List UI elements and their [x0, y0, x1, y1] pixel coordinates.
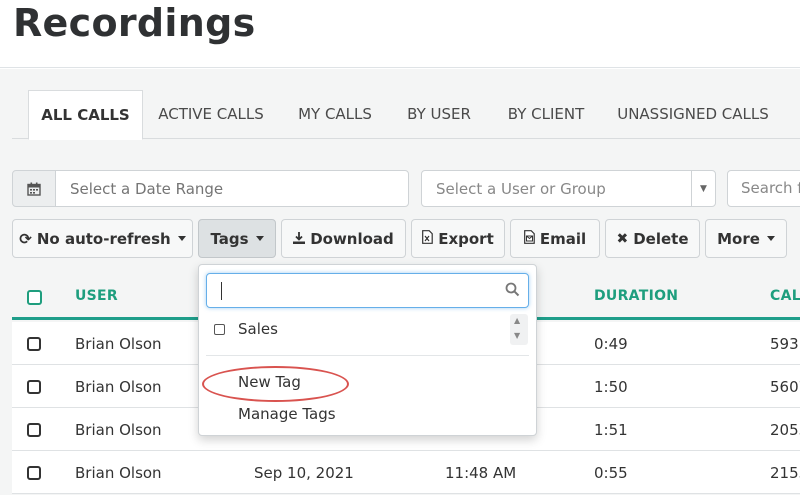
user-group-select[interactable]: Select a User or Group ▼	[421, 170, 716, 207]
user-cell: Brian Olson	[75, 421, 162, 439]
chevron-down-icon[interactable]: ▼	[691, 171, 715, 206]
more-label: More	[717, 229, 760, 248]
chevron-up-icon[interactable]: ▲	[514, 316, 520, 325]
refresh-icon: ⟳	[19, 229, 32, 248]
caller-cell: 2055	[770, 421, 800, 439]
download-label: Download	[310, 229, 394, 248]
select-all-checkbox[interactable]	[27, 290, 42, 305]
tag-search-input[interactable]	[206, 273, 529, 308]
caller-cell: 5607	[770, 378, 800, 396]
caller-cell: 5931	[770, 335, 800, 353]
tab-my-calls[interactable]: MY CALLS	[288, 90, 382, 139]
duration-cell: 0:55	[594, 464, 628, 482]
tag-option-sales[interactable]: Sales	[214, 320, 494, 342]
row-checkbox[interactable]	[27, 423, 41, 437]
caret-down-icon	[177, 236, 186, 241]
tab-all-calls[interactable]: ALL CALLS	[28, 90, 143, 140]
auto-refresh-button[interactable]: ⟳ No auto-refresh	[12, 219, 193, 258]
auto-refresh-label: No auto-refresh	[36, 229, 171, 248]
user-cell: Brian Olson	[75, 378, 162, 396]
user-cell: Brian Olson	[75, 464, 162, 482]
calls-tabs: ALL CALLS ACTIVE CALLS MY CALLS BY USER …	[12, 90, 800, 140]
tab-by-client[interactable]: BY CLIENT	[497, 90, 595, 139]
menu-divider	[206, 355, 529, 356]
date-cell: Sep 10, 2021	[254, 464, 354, 482]
row-checkbox[interactable]	[27, 337, 41, 351]
tags-dropdown-menu: Sales ▲ ▼ New Tag Manage Tags	[198, 264, 537, 436]
email-file-icon	[523, 229, 535, 248]
new-tag-option[interactable]: New Tag	[238, 373, 301, 391]
tags-button[interactable]: Tags	[198, 219, 276, 258]
page-header: Recordings	[0, 0, 800, 68]
download-button[interactable]: Download	[281, 219, 406, 258]
tags-label: Tags	[210, 229, 249, 248]
delete-label: Delete	[633, 229, 689, 248]
more-button[interactable]: More	[705, 219, 787, 258]
manage-tags-option[interactable]: Manage Tags	[238, 405, 336, 423]
user-cell: Brian Olson	[75, 335, 162, 353]
duration-cell: 1:51	[594, 421, 628, 439]
download-icon	[293, 230, 306, 248]
excel-file-icon	[422, 229, 434, 248]
search-icon	[505, 282, 520, 301]
close-icon: ✖	[616, 230, 629, 247]
caret-down-icon	[255, 236, 264, 241]
email-label: Email	[539, 229, 587, 248]
row-checkbox[interactable]	[27, 466, 41, 480]
duration-cell: 0:49	[594, 335, 628, 353]
delete-button[interactable]: ✖ Delete	[605, 219, 700, 258]
table-row[interactable]: Brian Olson Sep 10, 2021 11:48 AM 0:55 2…	[12, 451, 800, 494]
tab-active-calls[interactable]: ACTIVE CALLS	[152, 90, 270, 139]
row-checkbox[interactable]	[27, 380, 41, 394]
tag-list-scrollbar[interactable]: ▲ ▼	[510, 314, 528, 345]
user-select-placeholder: Select a User or Group	[436, 180, 606, 198]
search-input[interactable]: Search f	[727, 170, 800, 207]
chevron-down-icon[interactable]: ▼	[514, 331, 520, 340]
page-title: Recordings	[13, 1, 256, 45]
text-cursor	[221, 282, 222, 300]
tab-by-user[interactable]: BY USER	[397, 90, 481, 139]
date-range-input[interactable]	[55, 170, 409, 207]
duration-cell: 1:50	[594, 378, 628, 396]
tab-unassigned-calls[interactable]: UNASSIGNED CALLS	[610, 90, 776, 139]
tag-checkbox[interactable]	[214, 324, 225, 335]
calendar-icon[interactable]	[12, 170, 56, 207]
column-header-duration[interactable]: DURATION	[594, 288, 678, 304]
column-header-caller[interactable]: CAL	[770, 288, 800, 304]
caret-down-icon	[766, 236, 775, 241]
column-header-user[interactable]: USER	[75, 288, 118, 304]
email-button[interactable]: Email	[510, 219, 600, 258]
date-range-picker	[12, 170, 409, 207]
export-label: Export	[438, 229, 494, 248]
export-button[interactable]: Export	[411, 219, 505, 258]
tag-label: Sales	[238, 320, 278, 338]
time-cell: 11:48 AM	[445, 464, 517, 482]
caller-cell: 2155	[770, 464, 800, 482]
